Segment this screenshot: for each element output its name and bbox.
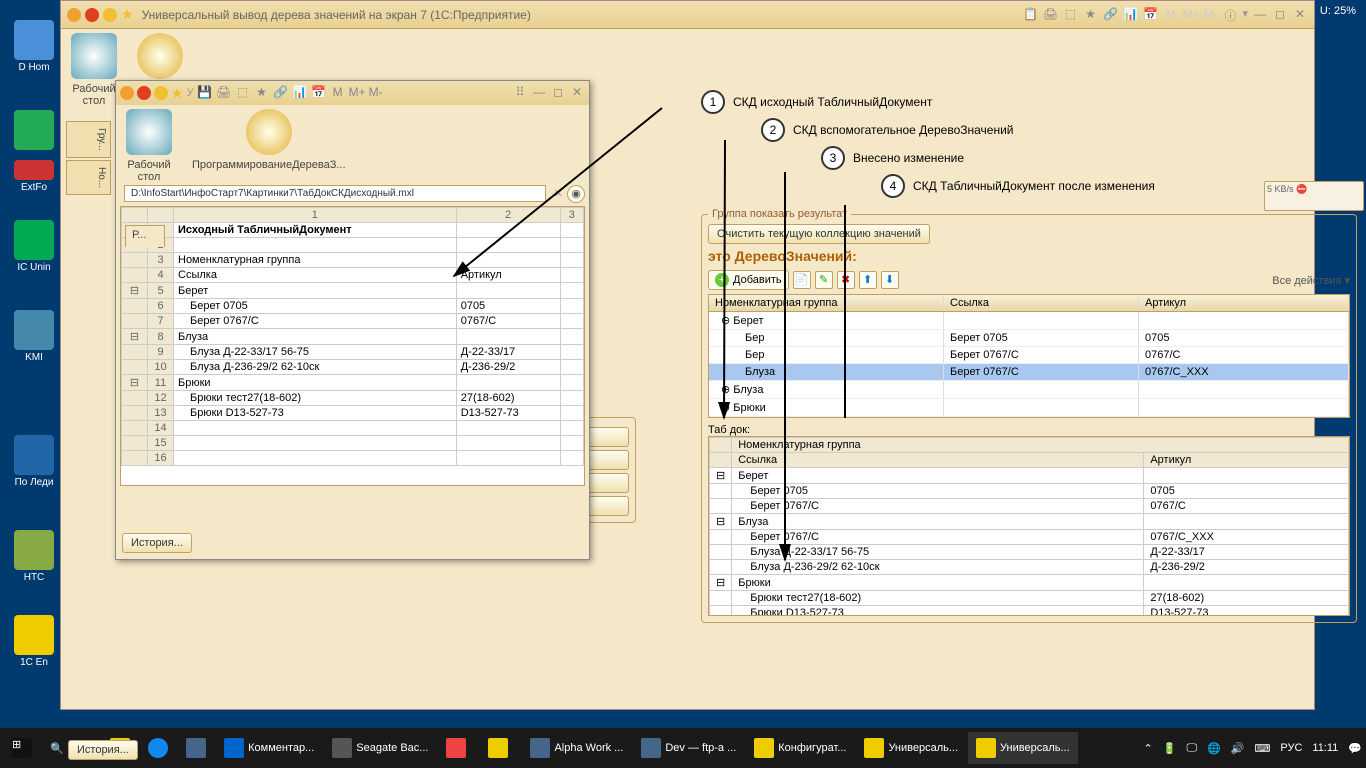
tb-icon[interactable]: 🖨 [1042, 7, 1058, 23]
start-button[interactable]: ⊞ [4, 732, 40, 764]
add-button[interactable]: +Добавить [708, 270, 789, 290]
inner-window: ★ У 💾 🖨 ⬚ ★ 🔗 📊 📅 M M+ M- ⠿ — ◻ ✕ Рабочи… [115, 80, 590, 560]
spreadsheet[interactable]: 123 1Исходный ТабличныйДокумент23Номенкл… [120, 206, 585, 486]
prog-tool[interactable]: ПрограммированиеДереваЗ... [192, 109, 346, 177]
task-app-active[interactable]: Универсаль... [968, 732, 1078, 764]
callout-4: 4 [881, 174, 905, 198]
edit-icon[interactable]: ✎ [815, 271, 833, 289]
delete-icon[interactable]: ✖ [837, 271, 855, 289]
tb-icon[interactable]: 📋 [1022, 7, 1038, 23]
help-icon[interactable]: ⓘ [1222, 7, 1238, 23]
display-icon[interactable]: 🖵 [1186, 742, 1197, 755]
down-icon[interactable]: ⬇ [881, 271, 899, 289]
maximize-icon[interactable]: ◻ [550, 85, 566, 101]
mminus-icon: M- [1202, 7, 1218, 23]
net-widget: 5 KB/s ⛔ [1264, 181, 1364, 211]
app-icon [120, 86, 134, 100]
task-app[interactable]: Alpha Work ... [522, 732, 631, 764]
taskbar: ⊞ 🔍 ◧ Комментар... Seagate Bac... Alpha … [0, 728, 1366, 768]
minimize-icon[interactable]: — [1252, 7, 1268, 23]
star-icon[interactable]: ★ [171, 85, 184, 102]
lang-indicator[interactable]: РУС [1280, 742, 1302, 754]
close-icon[interactable]: ✕ [569, 85, 585, 101]
task-app[interactable]: Комментар... [216, 732, 322, 764]
file-path: D:\InfoStart\ИнфоСтарт7\Картинки7\ТабДок… [124, 185, 546, 202]
desktop-icon[interactable]: По Леди [2, 435, 66, 488]
titlebar: ★ Универсальный вывод дерева значений на… [61, 1, 1314, 29]
callout-2: 2 [761, 118, 785, 142]
battery-icon[interactable]: 🔋 [1163, 742, 1177, 755]
tb-icon[interactable]: ★ [254, 85, 270, 101]
tb-icon[interactable]: ⬚ [235, 85, 251, 101]
print-icon[interactable]: 🖨 [216, 85, 232, 101]
copy-icon[interactable]: 📄 [793, 271, 811, 289]
edge-icon[interactable] [140, 732, 176, 764]
desktop-icon[interactable]: D Hom [2, 20, 66, 73]
close-orb[interactable] [85, 8, 99, 22]
history-button-main[interactable]: История... [68, 740, 138, 760]
history-button[interactable]: История... [122, 533, 192, 553]
m-icon: M [1162, 7, 1178, 23]
task-app[interactable]: Seagate Bac... [324, 732, 436, 764]
desktop-icon[interactable] [2, 110, 66, 152]
desktop-tool[interactable]: Рабочий стол [71, 33, 117, 105]
min-orb[interactable] [154, 86, 168, 100]
store-icon[interactable] [178, 732, 214, 764]
clock[interactable]: 11:11 [1312, 742, 1338, 754]
tabdoc-label: Таб док: [708, 424, 750, 436]
tb-icon[interactable]: 🔗 [1102, 7, 1118, 23]
desktop-icon[interactable]: IC Unin [2, 220, 66, 273]
volume-icon[interactable]: 🔊 [1231, 742, 1245, 755]
network-icon[interactable]: 🌐 [1207, 742, 1221, 755]
window-title: Универсальный вывод дерева значений на э… [142, 8, 531, 22]
task-app[interactable] [438, 732, 478, 764]
p-tab[interactable]: Р... [125, 225, 165, 247]
close-orb[interactable] [137, 86, 151, 100]
desktop-icon[interactable]: 1C En [2, 615, 66, 668]
vtab[interactable]: Гру... [66, 121, 111, 158]
desktop-tool[interactable]: Рабочий стол [126, 109, 172, 177]
minimize-icon[interactable]: — [531, 85, 547, 101]
save-icon[interactable]: 💾 [197, 85, 213, 101]
tabdoc-grid[interactable]: Номенклатурная группа СсылкаАртикул ⊟Бер… [708, 436, 1350, 616]
close-tab-icon[interactable]: ✕ [554, 187, 563, 200]
tb-icon[interactable]: 📊 [1122, 7, 1138, 23]
close-icon[interactable]: ✕ [1292, 7, 1308, 23]
all-actions[interactable]: Все действия ▾ [1272, 274, 1350, 287]
tb-icon[interactable]: 📅 [1142, 7, 1158, 23]
up-icon[interactable]: ⬆ [859, 271, 877, 289]
task-app[interactable] [480, 732, 520, 764]
tree-grid[interactable]: Номенклатурная группа Ссылка Артикул ⊖ Б… [708, 294, 1350, 418]
star-icon[interactable]: ★ [121, 6, 134, 23]
desktop-icon[interactable]: ExtFo [2, 160, 66, 193]
maximize-icon[interactable]: ◻ [1272, 7, 1288, 23]
tb-icon[interactable]: 🔗 [273, 85, 289, 101]
task-app[interactable]: Конфигурат... [746, 732, 854, 764]
tray-chevron-icon[interactable]: ⌃ [1144, 742, 1153, 755]
task-app[interactable]: Универсаль... [856, 732, 966, 764]
mplus-icon[interactable]: M+ [349, 85, 365, 101]
callout-3: 3 [821, 146, 845, 170]
task-app[interactable]: Dev — ftp-a ... [633, 732, 744, 764]
vtab[interactable]: Но... [66, 160, 111, 195]
mminus-icon[interactable]: M- [368, 85, 384, 101]
mplus-icon: M+ [1182, 7, 1198, 23]
dz-title: это ДеревоЗначений: [708, 248, 1350, 264]
notifications-icon[interactable]: 💬 [1348, 742, 1362, 755]
min-orb[interactable] [103, 8, 117, 22]
more-icon[interactable]: ⠿ [512, 85, 528, 101]
keyboard-icon[interactable]: ⌨ [1254, 742, 1270, 755]
cpu-label: U: 25% [1320, 5, 1356, 17]
callout-1: 1 [701, 90, 725, 114]
app-icon [67, 8, 81, 22]
desktop-icon[interactable]: KMI [2, 310, 66, 363]
tb-icon[interactable]: ⬚ [1062, 7, 1078, 23]
clear-btn[interactable]: Очистить текущую коллекцию значений [708, 224, 930, 244]
nav-icon[interactable]: ◉ [567, 185, 585, 203]
desktop-icon[interactable]: HTC [2, 530, 66, 583]
tb-icon[interactable]: 📅 [311, 85, 327, 101]
tb-icon[interactable]: 📊 [292, 85, 308, 101]
tb-icon[interactable]: ★ [1082, 7, 1098, 23]
m-icon[interactable]: M [330, 85, 346, 101]
